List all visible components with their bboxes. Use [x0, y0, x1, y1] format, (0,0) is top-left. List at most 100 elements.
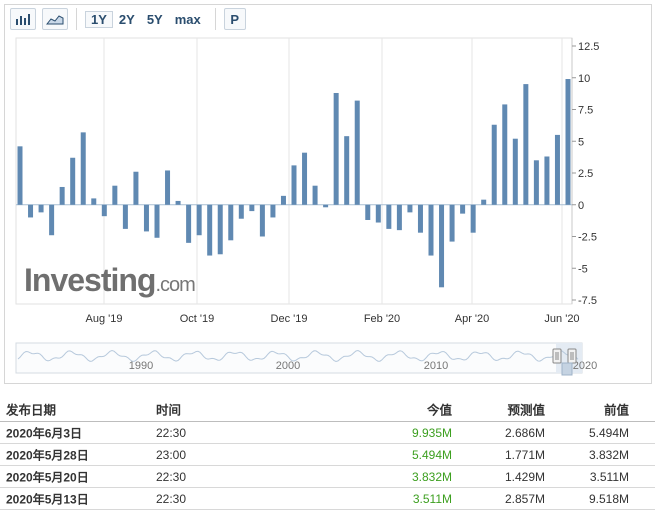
row-time: 22:30 — [156, 491, 187, 506]
y-tick-label: 5 — [578, 136, 584, 148]
row-date: 2020年6月3日 — [6, 426, 83, 440]
bar — [354, 100, 360, 205]
row-forecast: 1.771M — [504, 447, 545, 462]
row-time: 23:00 — [156, 447, 187, 462]
x-tick-label: Oct '19 — [180, 313, 215, 325]
y-tick-label: 12.5 — [578, 41, 599, 53]
row-forecast: 2.686M — [504, 425, 545, 440]
row-date: 2020年5月28日 — [6, 448, 89, 462]
range-2y-button[interactable]: 2Y — [113, 11, 141, 28]
table-row: 2020年5月13日 22:30 3.511M 2.857M 9.518M — [0, 488, 655, 510]
bar — [175, 200, 181, 205]
range-max-button[interactable]: max — [169, 11, 207, 28]
bar — [165, 170, 171, 205]
table-header-row: 发布日期 时间 今值 预测值 前值 — [0, 396, 655, 422]
bar — [196, 204, 202, 236]
navigator-year-label: 1990 — [129, 360, 153, 372]
bar — [417, 204, 423, 233]
x-tick-label: Jun '20 — [544, 313, 579, 325]
bar — [259, 204, 265, 237]
row-previous: 9.518M — [588, 491, 629, 506]
bar — [375, 204, 381, 223]
bar-chart-icon[interactable] — [10, 8, 36, 30]
bar — [396, 204, 402, 231]
bar — [302, 152, 308, 205]
bar — [70, 157, 76, 205]
header-previous: 前值 — [603, 403, 629, 417]
navigator-scroll-thumb[interactable] — [561, 362, 573, 376]
bar — [502, 104, 508, 205]
x-tick-label: Dec '19 — [271, 313, 308, 325]
y-tick-label: -5 — [578, 263, 588, 275]
bar — [143, 204, 149, 232]
toolbar-divider — [76, 8, 77, 30]
bar — [91, 198, 97, 205]
bar — [80, 132, 86, 205]
bar — [386, 204, 392, 229]
bar — [28, 204, 34, 218]
bar — [460, 204, 466, 214]
toolbar-divider — [214, 8, 216, 30]
navigator-handle[interactable] — [552, 348, 562, 364]
bar — [291, 165, 297, 205]
bar — [428, 204, 434, 256]
bar — [470, 204, 476, 233]
bar — [280, 195, 286, 205]
bar — [312, 185, 318, 205]
navigator-handle[interactable] — [567, 348, 577, 364]
y-tick-label: -2.5 — [578, 232, 597, 244]
bar — [481, 199, 487, 205]
range-1y-button[interactable]: 1Y — [85, 10, 113, 28]
y-tick-label: 2.5 — [578, 168, 593, 180]
bar — [344, 136, 350, 205]
header-actual: 今值 — [426, 403, 452, 417]
x-tick-label: Feb '20 — [364, 313, 400, 325]
header-time: 时间 — [156, 403, 182, 417]
y-tick-label: 10 — [578, 73, 590, 85]
bar — [533, 160, 539, 205]
table-row: 2020年6月3日 22:30 9.935M 2.686M 5.494M — [0, 422, 655, 444]
row-previous: 3.511M — [589, 469, 629, 484]
print-button[interactable]: P — [223, 8, 246, 30]
x-tick-label: Apr '20 — [455, 313, 490, 325]
bar — [186, 204, 192, 243]
row-previous: 5.494M — [588, 425, 629, 440]
bar — [449, 204, 455, 242]
bar — [249, 204, 255, 212]
row-time: 22:30 — [156, 425, 187, 440]
bar — [207, 204, 213, 256]
row-forecast: 1.429M — [504, 469, 545, 484]
bar — [238, 204, 244, 219]
investing-logo: Investing.com — [24, 262, 195, 298]
bar — [49, 204, 55, 236]
bar — [133, 171, 139, 205]
table-row: 2020年5月28日 23:00 5.494M 1.771M 3.832M — [0, 444, 655, 466]
row-forecast: 2.857M — [504, 491, 545, 506]
bar — [270, 204, 276, 218]
row-actual: 9.935M — [411, 425, 452, 440]
bar — [228, 204, 234, 241]
row-actual: 3.832M — [411, 469, 452, 484]
range-5y-button[interactable]: 5Y — [141, 11, 169, 28]
bar — [154, 204, 160, 238]
row-date: 2020年5月20日 — [6, 470, 89, 484]
bar — [112, 185, 118, 205]
row-previous: 3.832M — [588, 447, 629, 462]
header-date: 发布日期 — [6, 403, 57, 417]
bar — [323, 204, 329, 208]
row-actual: 3.511M — [412, 491, 452, 506]
bar — [439, 204, 445, 288]
bar — [365, 204, 371, 220]
bar — [17, 146, 23, 205]
bar — [544, 156, 550, 205]
header-forecast: 预测值 — [507, 403, 545, 417]
bar — [565, 79, 571, 205]
bar — [38, 204, 44, 213]
navigator-year-label: 2000 — [276, 360, 300, 372]
bar — [491, 124, 497, 205]
y-tick-label: -7.5 — [578, 295, 597, 307]
area-chart-icon[interactable] — [42, 8, 68, 30]
bar — [101, 204, 107, 217]
row-actual: 5.494M — [411, 447, 452, 462]
bar — [122, 204, 128, 229]
